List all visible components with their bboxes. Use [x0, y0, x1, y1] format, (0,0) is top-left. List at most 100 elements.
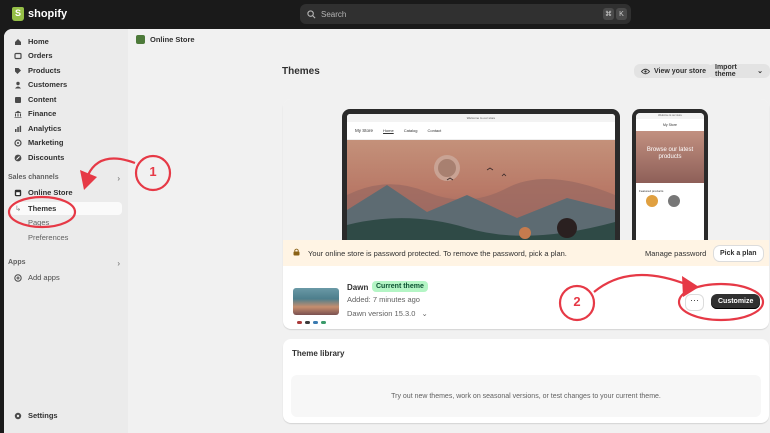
sidebar-item-orders[interactable]: Orders [14, 49, 53, 62]
mobile-product-thumbs [636, 195, 704, 207]
sidebar-item-marketing[interactable]: Marketing [14, 136, 63, 149]
view-store-button[interactable]: View your store [634, 64, 714, 78]
eye-icon [641, 68, 650, 74]
color-swatch [321, 321, 326, 324]
sidebar-item-customers[interactable]: Customers [14, 78, 67, 91]
person-icon [14, 81, 22, 89]
top-bar: shopify Search ⌘ K [0, 0, 770, 29]
import-theme-label: Import theme [715, 64, 737, 78]
mobile-featured-label: Featured products [639, 189, 664, 193]
banner-message: Your online store is password protected.… [308, 249, 567, 258]
sidebar-item-products[interactable]: Products [14, 64, 61, 77]
admin-window: Home Orders Products Customers Content F… [4, 29, 770, 433]
import-theme-button[interactable]: Import theme ⌄ [708, 64, 770, 78]
view-store-label: View your store [654, 67, 707, 75]
sidebar-item-content[interactable]: Content [14, 93, 56, 106]
sidebar-item-online-store[interactable]: Online Store [14, 186, 73, 199]
chart-icon [14, 125, 22, 133]
manage-password-link[interactable]: Manage password [645, 249, 706, 258]
theme-name: Dawn [347, 283, 369, 292]
sidebar-item-label: Discounts [28, 153, 65, 162]
theme-library-title: Theme library [292, 349, 345, 358]
customize-button[interactable]: Customize [711, 294, 761, 309]
current-theme-badge: Current theme [372, 281, 428, 292]
product-thumb [646, 195, 658, 207]
sidebar-item-label: Analytics [28, 124, 62, 133]
sidebar-item-label: Orders [28, 51, 53, 60]
color-swatch [297, 321, 302, 324]
mobile-hero-image: Browse our latest products [636, 131, 704, 183]
page-title: Themes [282, 66, 320, 77]
current-theme-card: Welcome to our store My Store Home Catal… [283, 99, 769, 329]
mobile-store-name: My Store [662, 123, 677, 127]
tag-icon [14, 67, 22, 75]
chevron-right-icon[interactable]: › [117, 259, 120, 268]
theme-library-empty-state: Try out new themes, work on seasonal ver… [291, 375, 761, 417]
discount-icon [14, 154, 22, 162]
sidebar-item-finance[interactable]: Finance [14, 107, 56, 120]
chevron-down-icon: ⌄ [421, 309, 428, 318]
chevron-right-icon[interactable]: › [117, 174, 120, 183]
theme-library-empty-text: Try out new themes, work on seasonal ver… [391, 392, 661, 400]
store-nav-catalog: Catalog [403, 128, 418, 133]
home-icon [14, 38, 22, 46]
product-thumb [668, 195, 680, 207]
sidebar-item-discounts[interactable]: Discounts [14, 151, 64, 164]
store-header: My Store Home Catalog Contact [347, 122, 615, 140]
sidebar-item-label: Online Store [28, 188, 73, 197]
shopify-logo[interactable]: shopify [12, 7, 67, 21]
lock-icon [293, 248, 300, 256]
cmd-key: ⌘ [603, 8, 614, 20]
breadcrumb-label: Online Store [150, 35, 195, 44]
content-icon [14, 96, 22, 104]
store-icon [14, 189, 22, 197]
target-icon [14, 138, 22, 147]
search-bar[interactable]: Search ⌘ K [300, 4, 631, 24]
sidebar-subitem-themes[interactable]: Themes [28, 204, 56, 213]
bank-icon [14, 110, 22, 118]
sidebar-item-label: Finance [28, 109, 57, 118]
sidebar-item-themes[interactable] [10, 202, 122, 215]
sidebar-item-label: Settings [28, 411, 58, 420]
sidebar-item-settings[interactable]: Settings [14, 409, 58, 422]
chevron-down-icon: ⌄ [757, 68, 763, 75]
online-store-icon [136, 35, 145, 44]
theme-version[interactable]: Dawn version 15.3.0 ⌄ [347, 309, 428, 318]
password-banner: Your online store is password protected.… [283, 240, 769, 266]
store-name: My Store [355, 128, 374, 133]
hero-landscape-image [347, 140, 615, 244]
search-icon [307, 9, 316, 18]
pick-plan-button[interactable]: Pick a plan [714, 246, 763, 261]
mobile-preview: Welcome to our store My Store Browse our… [632, 109, 708, 249]
desktop-preview: Welcome to our store My Store Home Catal… [342, 109, 620, 249]
sidebar-item-label: Home [28, 37, 49, 46]
sidebar-item-label: Products [28, 66, 61, 75]
sidebar-item-label: Customers [28, 80, 68, 89]
sidebar-subitem-preferences[interactable]: Preferences [28, 233, 68, 242]
sidebar-subitem-pages[interactable]: Pages [28, 218, 49, 227]
theme-thumbnail [293, 288, 339, 315]
sidebar-item-label: Marketing [28, 138, 64, 147]
theme-library-card: Theme library Try out new themes, work o… [283, 339, 769, 423]
sidebar-item-analytics[interactable]: Analytics [14, 122, 61, 135]
orders-icon [14, 52, 22, 60]
shopify-bag-icon [12, 7, 24, 21]
apps-label: Apps [8, 259, 26, 266]
more-actions-button[interactable]: ··· [686, 295, 703, 310]
k-key: K [616, 8, 627, 20]
sidebar-item-label: Content [28, 95, 57, 104]
sidebar: Home Orders Products Customers Content F… [4, 29, 128, 433]
store-nav-home: Home [383, 128, 394, 133]
theme-preview[interactable]: Welcome to our store My Store Home Catal… [283, 99, 769, 249]
color-swatch [305, 321, 310, 324]
color-swatch [313, 321, 318, 324]
breadcrumb: Online Store [136, 35, 195, 44]
sidebar-item-add-apps[interactable]: Add apps [14, 271, 60, 284]
search-placeholder: Search [321, 9, 347, 19]
sales-channels-label: Sales channels [8, 174, 59, 181]
sidebar-item-label: Add apps [28, 273, 60, 282]
sub-item-arrow-icon: ↳ [15, 204, 22, 213]
sidebar-item-home[interactable]: Home [14, 35, 49, 48]
store-nav-contact: Contact [427, 128, 442, 133]
brand-name: shopify [28, 8, 68, 20]
